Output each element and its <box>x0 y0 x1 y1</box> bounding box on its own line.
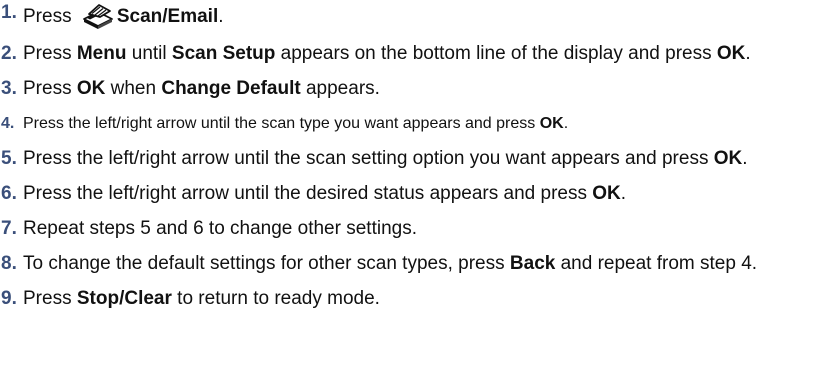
scan-email-label: Scan/Email <box>116 6 219 27</box>
step-text: . <box>218 6 224 27</box>
step-number: 2. <box>1 43 17 64</box>
step-text: Press the left/right arrow until the sca… <box>23 148 714 169</box>
step-text: to return to ready mode. <box>171 288 380 309</box>
step-number: 9. <box>1 288 17 309</box>
step-text: . <box>620 183 627 204</box>
step-text: . <box>742 148 748 169</box>
back-label: Back <box>509 253 556 274</box>
step-number: 5. <box>1 148 17 169</box>
step-5: 5. Press the left/right arrow until the … <box>0 148 803 170</box>
ok-label: OK <box>592 183 621 204</box>
step-1: 1. Press Scan/Email. <box>0 2 803 30</box>
step-text: Press <box>23 43 77 64</box>
step-8: 8. To change the default settings for ot… <box>0 253 803 275</box>
step-text: until <box>126 43 172 64</box>
stop-clear-label: Stop/Clear <box>76 288 172 309</box>
step-number: 8. <box>1 253 17 274</box>
step-text: Press <box>23 288 77 309</box>
ok-label: OK <box>716 43 746 64</box>
step-text: . <box>745 43 751 64</box>
step-text: . <box>563 115 569 132</box>
step-text: appears on the bottom line of the displa… <box>275 43 717 64</box>
step-text: when <box>105 78 162 99</box>
step-number: 4. <box>1 115 15 132</box>
instruction-list: 1. Press Scan/Email. 2. Press Menu until… <box>0 0 814 310</box>
scan-email-icon <box>81 2 115 30</box>
step-4: 4. Press the left/right arrow until the … <box>0 113 803 135</box>
step-9: 9. Press Stop/Clear to return to ready m… <box>0 288 803 310</box>
step-6: 6. Press the left/right arrow until the … <box>0 183 803 205</box>
change-default-label: Change Default <box>161 78 301 99</box>
scan-setup-label: Scan Setup <box>171 43 276 64</box>
ok-label: OK <box>713 148 743 169</box>
step-number: 1. <box>1 2 17 23</box>
menu-label: Menu <box>76 43 127 64</box>
step-number: 7. <box>1 218 17 239</box>
step-2: 2. Press Menu until Scan Setup appears o… <box>0 43 803 65</box>
step-text: appears. <box>300 78 380 99</box>
step-text: Press <box>23 78 77 99</box>
ok-label: OK <box>539 115 564 132</box>
step-7: 7. Repeat steps 5 and 6 to change other … <box>0 218 803 240</box>
step-number: 3. <box>1 78 17 99</box>
ok-label: OK <box>76 78 106 99</box>
step-text: To change the default settings for other… <box>23 253 510 274</box>
step-3: 3. Press OK when Change Default appears. <box>0 78 803 100</box>
step-text: Press <box>23 6 77 27</box>
step-number: 6. <box>1 183 17 204</box>
step-text: Press the left/right arrow until the des… <box>23 183 593 204</box>
step-text: Press the left/right arrow until the sca… <box>23 115 540 132</box>
step-text: and repeat from step 4. <box>555 253 758 274</box>
step-text: Repeat steps 5 and 6 to change other set… <box>23 218 417 239</box>
